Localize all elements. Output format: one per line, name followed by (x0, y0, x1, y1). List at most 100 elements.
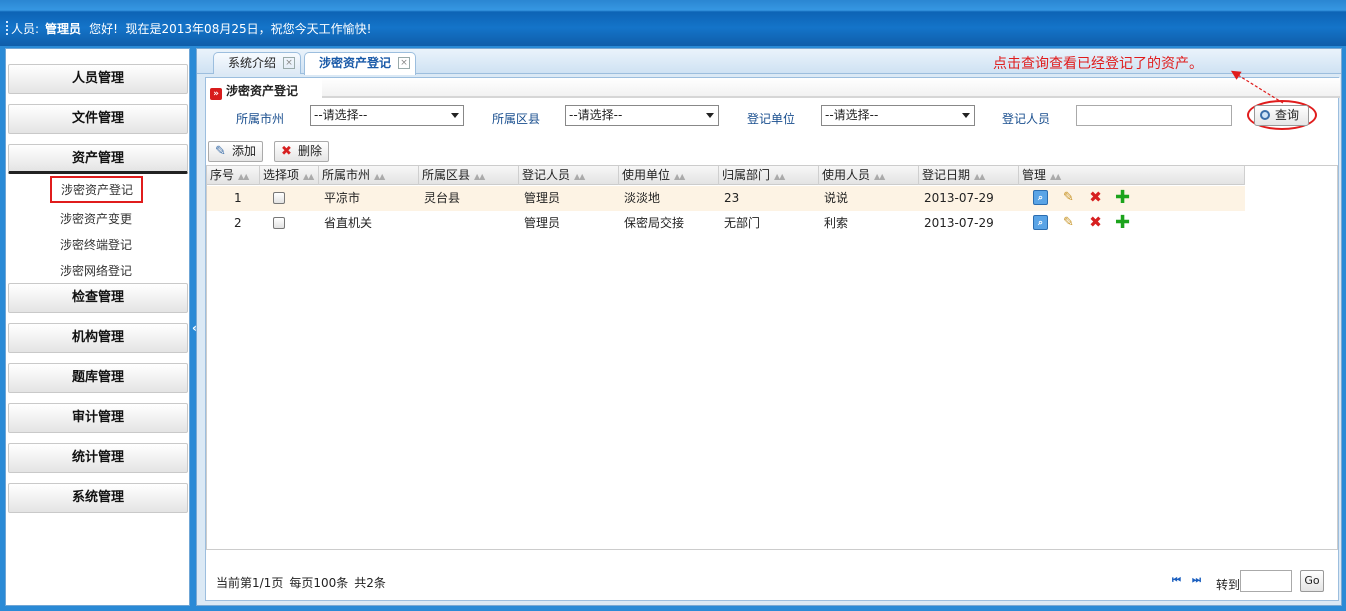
delete-button[interactable]: ✖ 删除 (274, 141, 330, 162)
col-header-select[interactable]: 选择项 ▲▲ (260, 166, 319, 185)
add-icon[interactable]: ✚ (1115, 189, 1130, 207)
cell-district: 灵台县 (424, 191, 461, 205)
pager-per-page: 每页100条 (289, 576, 349, 590)
submenu-asset-register[interactable]: 涉密资产登记 (50, 176, 144, 203)
view-icon[interactable]: ⌕ (1033, 215, 1048, 230)
cell-unit: 淡淡地 (624, 191, 661, 205)
cell-dept: 23 (724, 191, 740, 205)
cell-user: 说说 (824, 191, 849, 205)
col-header-manage: 管理 ▲▲ (1019, 166, 1245, 185)
col-header-date[interactable]: 登记日期 ▲▲ (919, 166, 1019, 185)
grip-icon (6, 21, 8, 35)
close-icon[interactable]: × (283, 57, 296, 69)
main-panel: 系统介绍 × 涉密资产登记 × 点击查询查看已经登记了的资产。 » 涉密资产登记 … (196, 48, 1342, 606)
user-name: 管理员 (45, 22, 82, 36)
goto-page-input[interactable] (1240, 570, 1292, 592)
cell-dept: 无部门 (724, 216, 761, 230)
menu-system[interactable]: 系统管理 (8, 483, 188, 513)
col-header-dept[interactable]: 归属部门 ▲▲ (719, 166, 819, 185)
cell-user: 利索 (824, 216, 849, 230)
row-checkbox[interactable] (273, 217, 285, 229)
pager-current: 当前第1/1页 (216, 576, 284, 590)
cell-city: 省直机关 (324, 216, 373, 230)
menu-question-bank[interactable]: 题库管理 (8, 363, 188, 393)
greeting-text: 您好! (89, 22, 118, 36)
menu-personnel[interactable]: 人员管理 (8, 64, 188, 94)
menu-documents[interactable]: 文件管理 (8, 104, 188, 134)
last-page-icon[interactable]: ⏭ (1192, 575, 1201, 586)
edit-icon[interactable]: ✎ (1061, 215, 1076, 230)
title-rule (322, 78, 1340, 98)
district-label: 所属区县 (492, 112, 541, 126)
cell-registrar: 管理员 (524, 216, 561, 230)
menu-assets[interactable]: 资产管理 (8, 144, 188, 174)
table-row[interactable]: 2 省直机关 管理员 保密局交接 无部门 利索 2013-07-29 ⌕ ✎ ✖… (207, 211, 1245, 236)
chevron-down-icon (451, 113, 459, 118)
add-icon[interactable]: ✚ (1115, 214, 1130, 232)
panel-title-text: 涉密资产登记 (226, 84, 299, 98)
city-select-value: --请选择-- (314, 108, 368, 122)
table-header: 序号 ▲▲ 选择项 ▲▲ 所属市州 ▲▲ 所属区县 ▲▲ 登记人员 ▲▲ 使用单位 ▲▲ 归… (207, 166, 1245, 185)
menu-statistics[interactable]: 统计管理 (8, 443, 188, 473)
city-label: 所属市州 (236, 112, 285, 126)
panel-title: » 涉密资产登记 (210, 82, 298, 100)
chevron-down-icon (706, 113, 714, 118)
cell-city: 平凉市 (324, 191, 361, 205)
panel-title-icon: » (210, 88, 222, 100)
user-label: 人员: (11, 22, 40, 36)
menu-organization[interactable]: 机构管理 (8, 323, 188, 353)
search-icon (1260, 110, 1270, 120)
query-label: 查询 (1275, 108, 1300, 122)
delete-icon[interactable]: ✖ (1088, 190, 1103, 205)
edit-icon[interactable]: ✎ (1061, 190, 1076, 205)
cell-registrar: 管理员 (524, 191, 561, 205)
submenu-network-register[interactable]: 涉密网络登记 (60, 262, 132, 279)
col-header-city[interactable]: 所属市州 ▲▲ (319, 166, 419, 185)
annotation-note: 点击查询查看已经登记了的资产。 (993, 56, 1203, 72)
col-header-district[interactable]: 所属区县 ▲▲ (419, 166, 519, 185)
unit-label: 登记单位 (747, 112, 796, 126)
submenu-terminal-register[interactable]: 涉密终端登记 (60, 236, 132, 253)
go-button[interactable]: Go (1300, 570, 1324, 592)
cell-unit: 保密局交接 (624, 216, 685, 230)
district-select[interactable]: --请选择-- (565, 105, 719, 126)
top-header: 人员: 管理员 您好! 现在是2013年08月25日，祝您今天工作愉快! (0, 0, 1346, 46)
person-label: 登记人员 (1002, 112, 1051, 126)
view-icon[interactable]: ⌕ (1033, 190, 1048, 205)
cell-no: 1 (234, 191, 242, 205)
first-page-icon[interactable]: ⏮ (1172, 575, 1181, 586)
row-checkbox[interactable] (273, 192, 285, 204)
col-header-no[interactable]: 序号 ▲▲ (207, 166, 260, 185)
tab-label: 涉密资产登记 (319, 56, 392, 70)
body-area: 人员管理 文件管理 资产管理 涉密资产登记 涉密资产变更 涉密终端登记 涉密网络… (0, 46, 1346, 611)
add-label: 添加 (232, 144, 257, 158)
city-select[interactable]: --请选择-- (310, 105, 464, 126)
welcome-bar: 人员: 管理员 您好! 现在是2013年08月25日，祝您今天工作愉快! (6, 20, 371, 37)
menu-inspection[interactable]: 检查管理 (8, 283, 188, 313)
query-button[interactable]: 查询 (1254, 105, 1309, 126)
person-input[interactable] (1076, 105, 1232, 126)
tab-label: 系统介绍 (228, 56, 277, 70)
data-grid: 序号 ▲▲ 选择项 ▲▲ 所属市州 ▲▲ 所属区县 ▲▲ 登记人员 ▲▲ 使用单位 ▲▲ 归… (206, 165, 1338, 550)
submenu-asset-change[interactable]: 涉密资产变更 (60, 210, 132, 227)
sidebar: 人员管理 文件管理 资产管理 涉密资产登记 涉密资产变更 涉密终端登记 涉密网络… (5, 48, 190, 606)
delete-icon[interactable]: ✖ (1088, 215, 1103, 230)
cell-date: 2013-07-29 (924, 216, 994, 230)
close-icon[interactable]: × (398, 57, 411, 69)
add-button[interactable]: ✎ 添加 (208, 141, 264, 162)
cell-no: 2 (234, 216, 242, 230)
delete-label: 删除 (298, 144, 323, 158)
district-select-value: --请选择-- (569, 108, 623, 122)
table-row[interactable]: 1 平凉市 灵台县 管理员 淡淡地 23 说说 2013-07-29 ⌕ ✎ ✖… (207, 186, 1245, 211)
col-header-user[interactable]: 使用人员 ▲▲ (819, 166, 919, 185)
col-header-unit[interactable]: 使用单位 ▲▲ (619, 166, 719, 185)
col-header-registrar[interactable]: 登记人员 ▲▲ (519, 166, 619, 185)
goto-label: 转到 (1216, 578, 1241, 592)
unit-select[interactable]: --请选择-- (821, 105, 975, 126)
tab-system-intro[interactable]: 系统介绍 × (213, 52, 302, 74)
tab-asset-register[interactable]: 涉密资产登记 × (304, 52, 417, 75)
pager-info: 当前第1/1页 每页100条 共2条 (216, 574, 392, 591)
unit-select-value: --请选择-- (825, 108, 879, 122)
menu-audit[interactable]: 审计管理 (8, 403, 188, 433)
edit-document-icon: ✎ (215, 144, 226, 159)
